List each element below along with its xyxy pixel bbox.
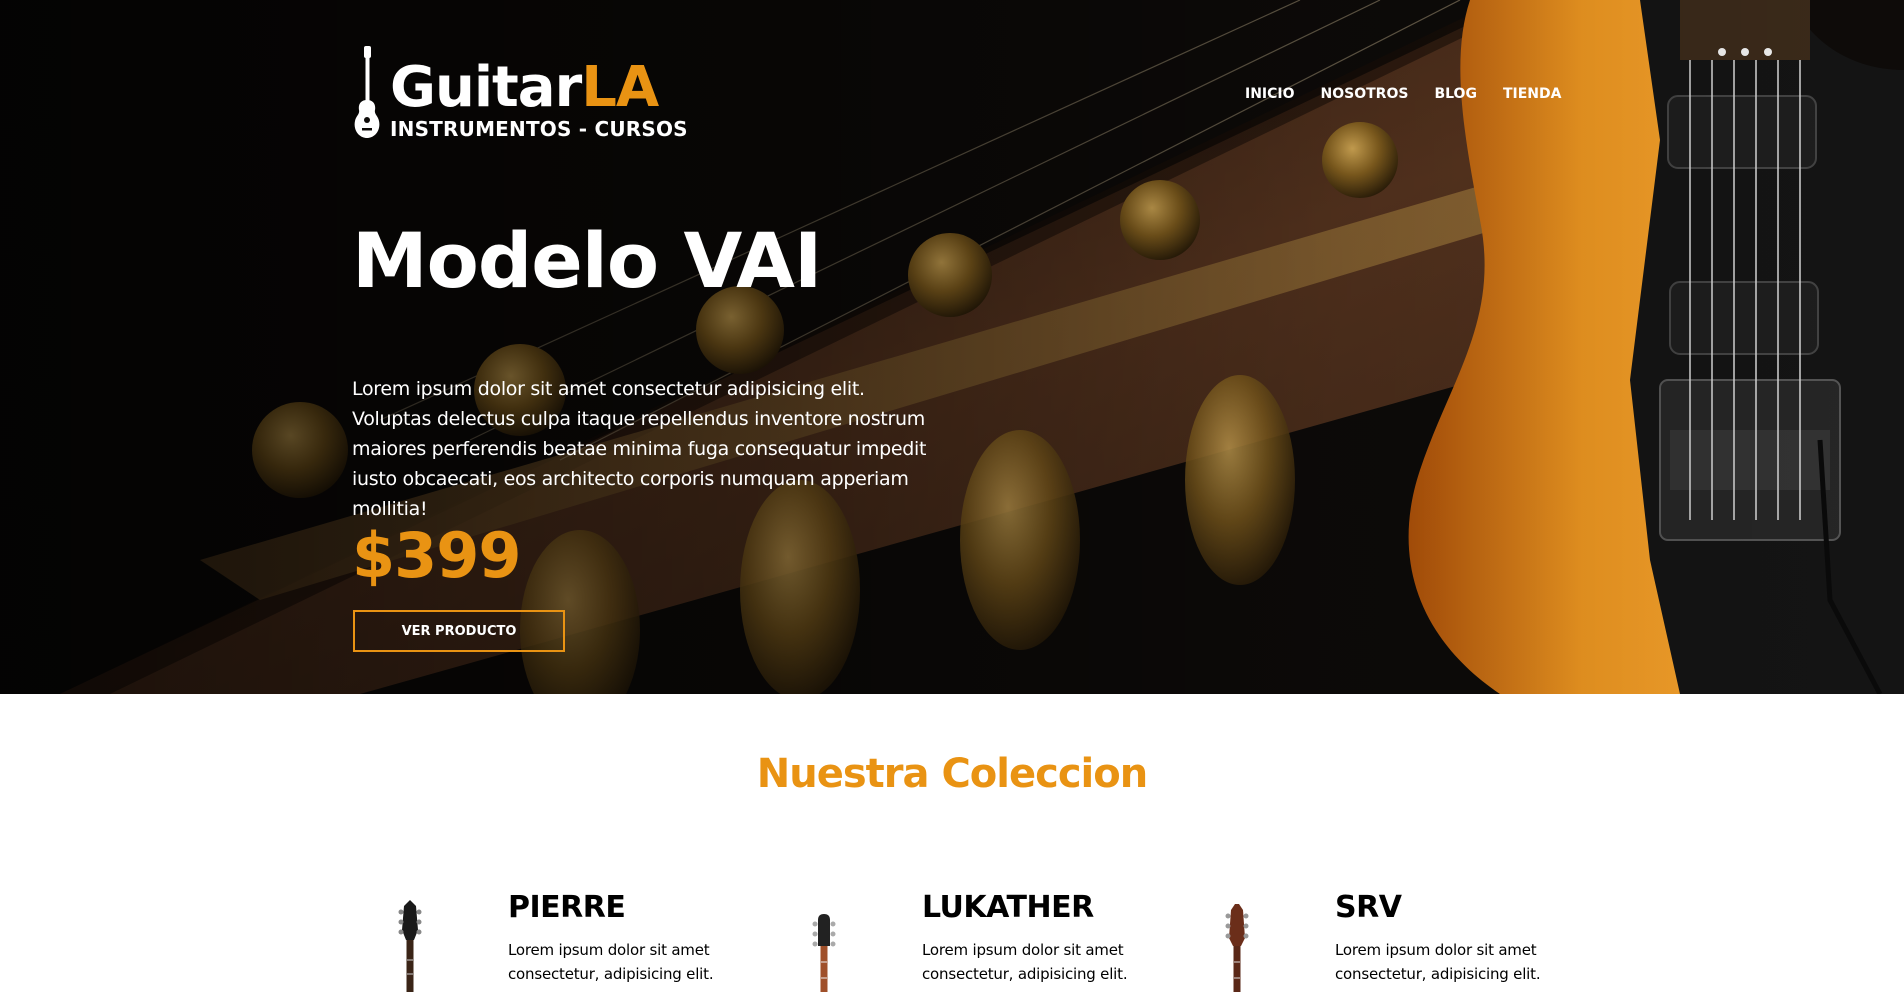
hero-overlay xyxy=(0,0,1904,694)
product-card-pierre[interactable]: PIERRE Lorem ipsum dolor sit amet consec… xyxy=(352,880,732,992)
hero-description: Lorem ipsum dolor sit amet consectetur a… xyxy=(352,378,927,520)
product-description: Lorem ipsum dolor sit amet consectetur, … xyxy=(508,941,714,983)
nav-link-nosotros[interactable]: NOSOTROS xyxy=(1321,86,1409,102)
product-image-srv xyxy=(1225,904,1249,992)
guitar-icon xyxy=(354,46,380,138)
brand-name-guitar: Guitar xyxy=(390,55,582,120)
product-name: LUKATHER xyxy=(922,890,1094,925)
brand-name-la: LA xyxy=(581,55,659,120)
collection-title: Nuestra Coleccion xyxy=(756,751,1148,797)
brand-logo[interactable]: GuitarLA INSTRUMENTOS - CURSOS xyxy=(352,44,688,140)
hero-section: GuitarLA INSTRUMENTOS - CURSOS INICIO NO… xyxy=(0,0,1904,694)
nav-link-inicio[interactable]: INICIO xyxy=(1245,86,1295,102)
product-name: PIERRE xyxy=(508,890,626,925)
main-navigation: INICIO NOSOTROS BLOG TIENDA xyxy=(1245,86,1561,102)
product-card-lukather[interactable]: LUKATHER Lorem ipsum dolor sit amet cons… xyxy=(766,880,1146,992)
brand-name: GuitarLA xyxy=(390,60,688,116)
brand-tagline: INSTRUMENTOS - CURSOS xyxy=(390,117,688,141)
view-product-button[interactable]: VER PRODUCTO xyxy=(353,610,565,652)
hero-price: $399 xyxy=(352,519,522,592)
product-card-srv[interactable]: SRV Lorem ipsum dolor sit amet consectet… xyxy=(1179,880,1559,992)
nav-link-tienda[interactable]: TIENDA xyxy=(1503,86,1562,102)
product-description: Lorem ipsum dolor sit amet consectetur, … xyxy=(922,941,1128,983)
product-image-pierre xyxy=(398,900,422,992)
brand-text: GuitarLA INSTRUMENTOS - CURSOS xyxy=(390,60,688,141)
product-description: Lorem ipsum dolor sit amet consectetur, … xyxy=(1335,941,1541,983)
nav-link-blog[interactable]: BLOG xyxy=(1434,86,1477,102)
product-list: PIERRE Lorem ipsum dolor sit amet consec… xyxy=(352,880,1562,992)
hero-title: Modelo VAI xyxy=(352,216,822,305)
product-image-lukather xyxy=(812,914,836,992)
product-name: SRV xyxy=(1335,890,1402,925)
